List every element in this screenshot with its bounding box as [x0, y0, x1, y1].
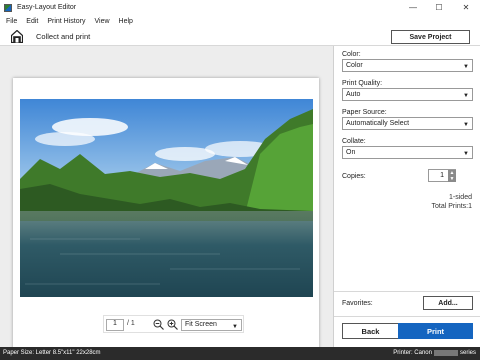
collate-select[interactable]: On ▼ [342, 146, 473, 159]
paper-source-select[interactable]: Automatically Select ▼ [342, 117, 473, 130]
page-total: / 1 [127, 320, 135, 327]
printer-status: Printer: Canon series [393, 350, 476, 356]
zoom-out-icon[interactable] [153, 319, 164, 330]
menu-file[interactable]: File [6, 18, 17, 25]
collate-label: Collate: [342, 138, 366, 145]
color-select-value: Color [346, 62, 363, 69]
maximize-button[interactable]: ☐ [426, 0, 452, 15]
app-icon [4, 3, 12, 12]
minimize-button[interactable]: — [400, 0, 426, 15]
page-number-input[interactable]: 1 [106, 319, 124, 331]
zoom-fit-value: Fit Screen [185, 321, 217, 328]
chevron-down-icon: ▼ [463, 122, 469, 128]
paper-source-label: Paper Source: [342, 109, 387, 116]
landscape-photo [20, 99, 313, 297]
menu-view[interactable]: View [94, 18, 109, 25]
chevron-down-icon: ▼ [463, 151, 469, 157]
menu-edit[interactable]: Edit [26, 18, 38, 25]
save-project-button[interactable]: Save Project [391, 30, 470, 44]
photo-image[interactable] [20, 99, 313, 297]
menu-bar: File Edit Print History View Help [0, 15, 480, 28]
redacted-printer-model [433, 350, 458, 356]
copies-decrement-button[interactable]: ▼ [448, 176, 456, 182]
window-title: Easy-Layout Editor [17, 4, 77, 11]
total-prints-info: Total Prints:1 [431, 203, 472, 210]
zoom-in-icon[interactable] [167, 319, 178, 330]
color-select[interactable]: Color ▼ [342, 59, 473, 72]
print-quality-select[interactable]: Auto ▼ [342, 88, 473, 101]
back-button[interactable]: Back [342, 323, 399, 339]
add-favorite-button[interactable]: Add... [423, 296, 473, 310]
paper-size-status: Paper Size: Letter 8.5"x11" 22x28cm [3, 350, 101, 356]
divider [334, 316, 480, 317]
copies-value: 1 [440, 172, 444, 179]
zoom-fit-select[interactable]: Fit Screen ▼ [181, 319, 242, 331]
chevron-down-icon: ▼ [463, 64, 469, 70]
print-quality-value: Auto [346, 91, 361, 98]
color-label: Color: [342, 51, 361, 58]
status-bar: Paper Size: Letter 8.5"x11" 22x28cm Prin… [0, 347, 480, 360]
copies-label: Copies: [342, 173, 366, 180]
chevron-down-icon: ▼ [232, 324, 238, 330]
sided-info: 1-sided [449, 194, 472, 201]
page-header: Collect and print Save Project [0, 28, 480, 46]
menu-print-history[interactable]: Print History [47, 18, 85, 25]
printer-suffix: series [459, 350, 476, 356]
print-settings-panel: Color: Color ▼ Print Quality: Auto ▼ Pap… [333, 46, 480, 347]
page-title: Collect and print [36, 32, 91, 41]
print-button[interactable]: Print [398, 323, 473, 339]
collate-value: On [346, 149, 356, 156]
page-navigator: 1 / 1 Fit Screen ▼ [103, 315, 244, 333]
menu-help[interactable]: Help [119, 18, 133, 25]
print-quality-label: Print Quality: [342, 80, 383, 87]
paper-source-value: Automatically Select [346, 120, 410, 127]
title-bar: Easy-Layout Editor — ☐ ✕ [0, 0, 480, 15]
chevron-down-icon: ▼ [463, 93, 469, 99]
divider [334, 291, 480, 292]
home-icon[interactable] [11, 30, 23, 43]
favorites-label: Favorites: [342, 300, 373, 307]
printer-prefix: Printer: Canon [393, 350, 432, 356]
close-button[interactable]: ✕ [453, 0, 479, 15]
preview-area: 1 / 1 Fit Screen ▼ [0, 46, 333, 359]
